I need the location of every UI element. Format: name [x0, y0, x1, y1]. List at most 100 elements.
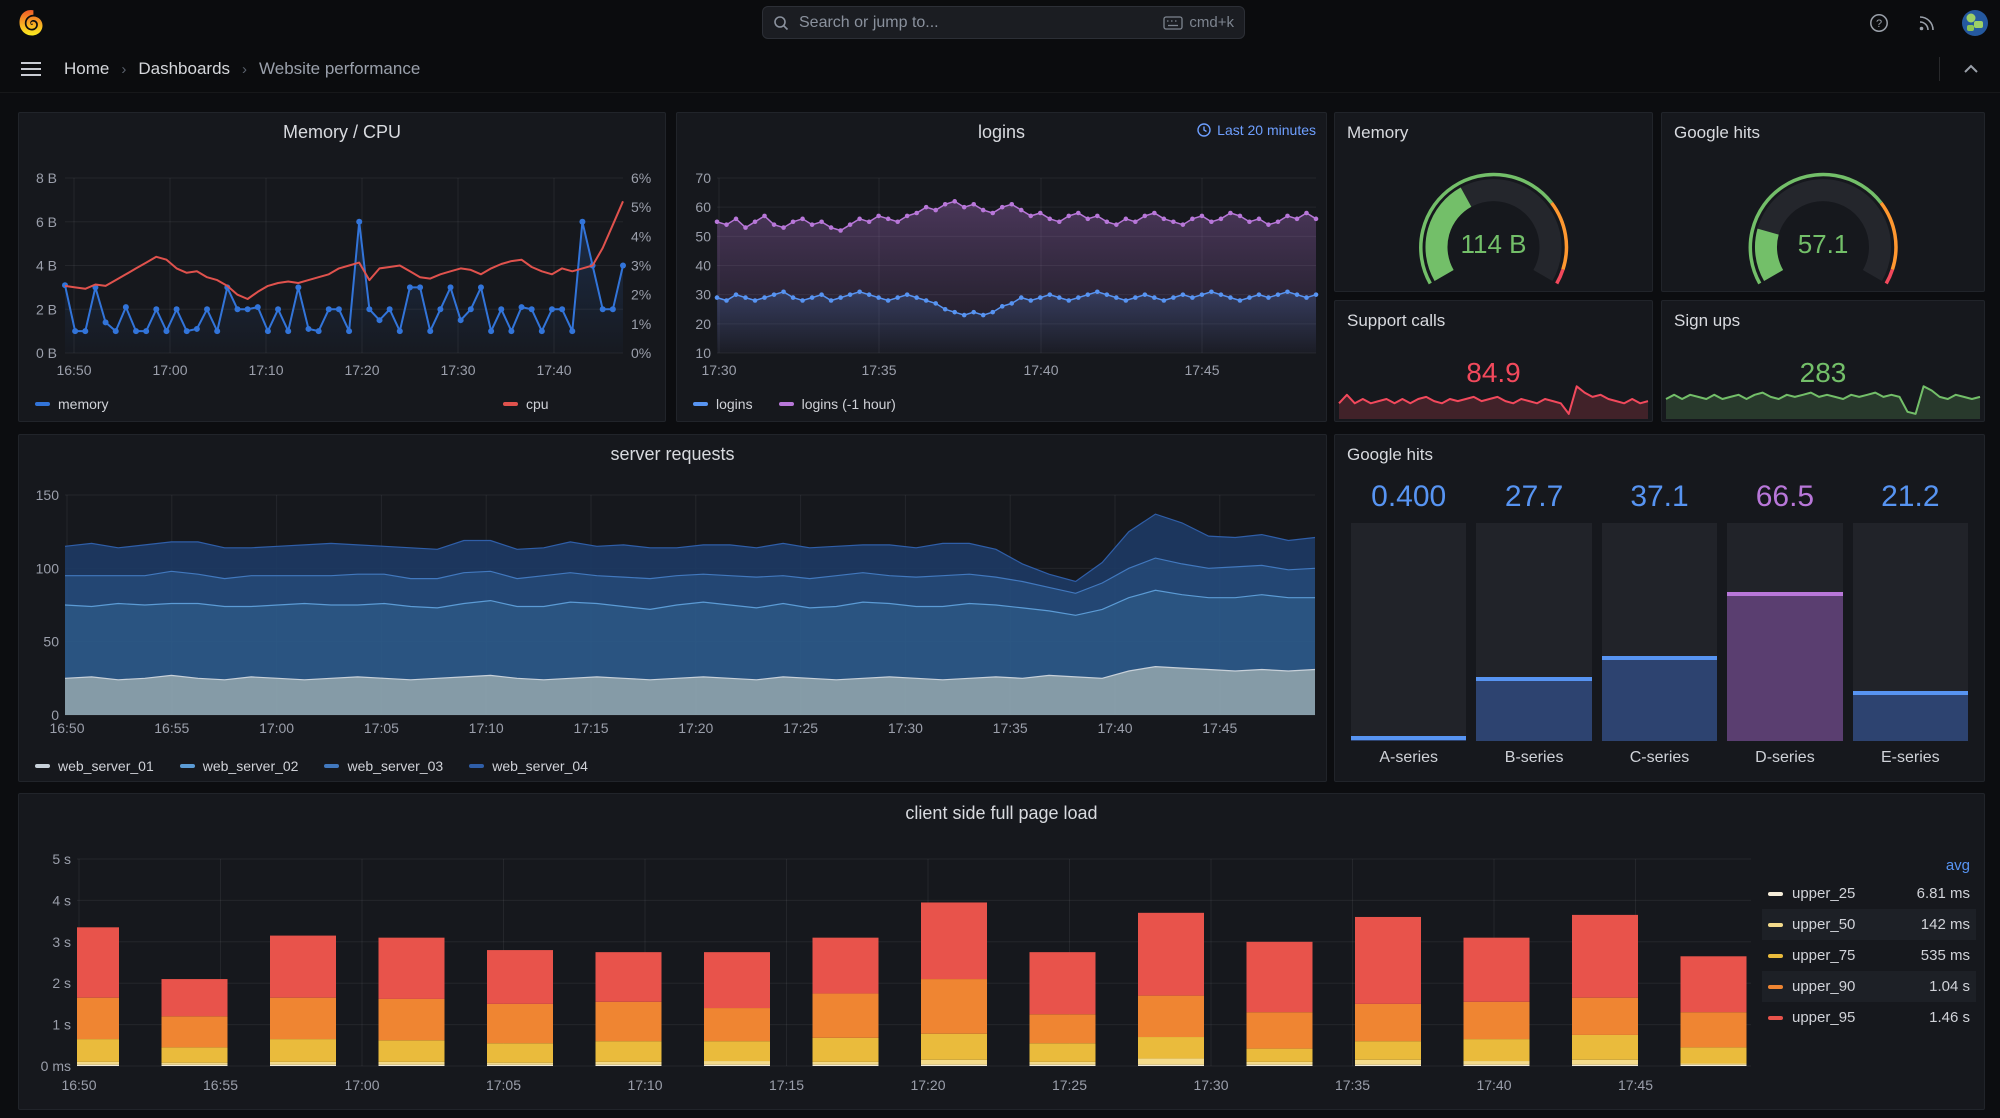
bar-gauge-e-series[interactable]: 21.2 E-series: [1852, 477, 1969, 775]
legend-item-web-server-03[interactable]: web_server_03: [324, 758, 443, 774]
svg-text:16:55: 16:55: [154, 720, 189, 736]
svg-text:50: 50: [43, 634, 59, 650]
svg-text:17:30: 17:30: [1193, 1077, 1228, 1093]
panel-logins: logins Last 20 minutes 17:30 17:35 17:40 17…: [676, 112, 1327, 422]
breadcrumb-right-controls: [1939, 54, 1986, 84]
svg-text:17:40: 17:40: [536, 362, 571, 378]
bar-gauge-a-series[interactable]: 0.400 A-series: [1351, 477, 1467, 775]
svg-text:17:45: 17:45: [1184, 362, 1219, 378]
legend-row-upper-25[interactable]: upper_25 6.81 ms: [1762, 878, 1976, 909]
svg-text:17:15: 17:15: [769, 1077, 804, 1093]
bar-gauge-d-series[interactable]: 66.5 D-series: [1727, 477, 1843, 775]
bar-fill: [1852, 690, 1969, 741]
svg-text:60: 60: [695, 199, 711, 215]
legend-item-logins-1hour[interactable]: logins (-1 hour): [778, 396, 896, 412]
svg-text:17:40: 17:40: [1476, 1077, 1511, 1093]
time-range-label: Last 20 minutes: [1217, 122, 1316, 138]
legend-label: logins: [716, 396, 753, 412]
bar-label: A-series: [1379, 749, 1439, 766]
svg-text:100: 100: [36, 560, 60, 576]
logins-legend: logins logins (-1 hour): [677, 387, 1326, 421]
panel-title[interactable]: server requests: [19, 439, 1326, 469]
bar-label: D-series: [1755, 749, 1815, 766]
server-requests-chart[interactable]: 16:50 16:55 17:00 17:05 17:10 17:15 17:20 17:25…: [19, 469, 1326, 749]
legend-item-cpu[interactable]: cpu: [503, 396, 549, 412]
breadcrumb-dashboards[interactable]: Dashboards: [138, 59, 230, 79]
legend-row-upper-50[interactable]: upper_50 142 ms: [1762, 909, 1976, 940]
legend-row-upper-90[interactable]: upper_90 1.04 s: [1762, 971, 1976, 1002]
legend-item-web-server-01[interactable]: web_server_01: [35, 758, 154, 774]
svg-text:3%: 3%: [631, 258, 651, 274]
swatch: [179, 764, 195, 768]
svg-text:70: 70: [695, 170, 711, 186]
legend-column-avg[interactable]: avg: [1762, 854, 1976, 878]
panel-title[interactable]: Google hits: [1674, 123, 1760, 143]
legend-label: memory: [58, 396, 109, 412]
panel-memory-gauge: Memory 114 B: [1334, 112, 1653, 292]
svg-text:17:20: 17:20: [678, 720, 713, 736]
bar-gauge-b-series[interactable]: 27.7 B-series: [1476, 477, 1592, 775]
svg-text:17:05: 17:05: [364, 720, 399, 736]
search-bar[interactable]: cmd+k: [762, 6, 1245, 39]
svg-text:2 B: 2 B: [36, 301, 57, 317]
search-input[interactable]: [797, 12, 1164, 33]
grafana-app: cmd+k ?: [0, 0, 2000, 1118]
legend-item-memory[interactable]: memory: [35, 396, 109, 412]
bar-gauge-c-series[interactable]: 37.1 C-series: [1601, 477, 1718, 775]
menu-toggle-icon[interactable]: [20, 61, 42, 77]
user-avatar[interactable]: [1960, 8, 1990, 38]
legend-label: upper_90: [1792, 978, 1856, 995]
bar-track: [1351, 523, 1467, 741]
memory-cpu-chart[interactable]: 16:50 17:00 17:10 17:20 17:30 17:40 8 B 6 B 4 B 2…: [19, 147, 665, 387]
client-load-legend: avg upper_25 6.81 ms upper_50 142 ms upper…: [1762, 854, 1976, 1033]
legend-label: web_server_02: [202, 758, 299, 774]
panel-title[interactable]: client side full page load: [19, 798, 1984, 828]
svg-text:50: 50: [695, 228, 711, 244]
bar-track: [1476, 523, 1592, 741]
legend-label: cpu: [526, 396, 549, 412]
legend-row-upper-95[interactable]: upper_95 1.46 s: [1762, 1002, 1976, 1033]
legend-label: upper_50: [1792, 916, 1856, 933]
svg-text:17:35: 17:35: [861, 362, 896, 378]
bar-fill: [1727, 592, 1843, 741]
grafana-logo-icon[interactable]: [16, 8, 46, 38]
help-icon[interactable]: ?: [1864, 8, 1894, 38]
news-rss-icon[interactable]: [1912, 8, 1942, 38]
bar-fill: [1351, 736, 1467, 741]
breadcrumb-home[interactable]: Home: [64, 59, 109, 79]
breadcrumb: Home › Dashboards › Website performance: [64, 59, 420, 79]
svg-text:17:30: 17:30: [888, 720, 923, 736]
clock-icon: [1197, 123, 1211, 137]
legend-avg-value: 1.46 s: [1929, 1009, 1970, 1026]
svg-text:17:40: 17:40: [1097, 720, 1132, 736]
panel-title[interactable]: Support calls: [1347, 311, 1445, 331]
logins-1hour-swatch: [778, 402, 794, 406]
panel-memory-cpu: Memory / CPU 16:50 17:00 17:10 17:20 17:30 17…: [18, 112, 666, 422]
svg-text:5%: 5%: [631, 199, 651, 215]
bar-value: 66.5: [1755, 480, 1815, 513]
legend-item-web-server-02[interactable]: web_server_02: [179, 758, 299, 774]
logins-swatch: [693, 402, 708, 406]
legend-label: web_server_04: [492, 758, 588, 774]
panel-title[interactable]: Sign ups: [1674, 311, 1740, 331]
svg-text:1%: 1%: [631, 316, 651, 332]
svg-text:17:10: 17:10: [248, 362, 283, 378]
time-range-badge[interactable]: Last 20 minutes: [1197, 122, 1316, 138]
legend-label: web_server_01: [58, 758, 154, 774]
svg-text:4%: 4%: [631, 228, 651, 244]
panel-title[interactable]: Memory / CPU: [19, 117, 665, 147]
legend-avg-value: 1.04 s: [1929, 978, 1970, 995]
client-load-chart[interactable]: 16:50 16:55 17:00 17:05 17:10 17:15 17:20 17:25…: [19, 828, 1758, 1109]
legend-item-web-server-04[interactable]: web_server_04: [469, 758, 588, 774]
legend-avg-value: 535 ms: [1920, 947, 1970, 964]
legend-item-logins[interactable]: logins: [693, 396, 753, 412]
legend-label: web_server_03: [347, 758, 444, 774]
panel-title[interactable]: Google hits: [1347, 445, 1433, 465]
collapse-chevron-up-icon[interactable]: [1956, 54, 1986, 84]
logins-chart[interactable]: 17:30 17:35 17:40 17:45 70 60 50 40 30 20 10: [677, 147, 1326, 387]
svg-text:17:35: 17:35: [993, 720, 1028, 736]
svg-text:17:35: 17:35: [1335, 1077, 1370, 1093]
bar-track: [1852, 523, 1969, 741]
legend-row-upper-75[interactable]: upper_75 535 ms: [1762, 940, 1976, 971]
panel-title[interactable]: Memory: [1347, 123, 1408, 143]
